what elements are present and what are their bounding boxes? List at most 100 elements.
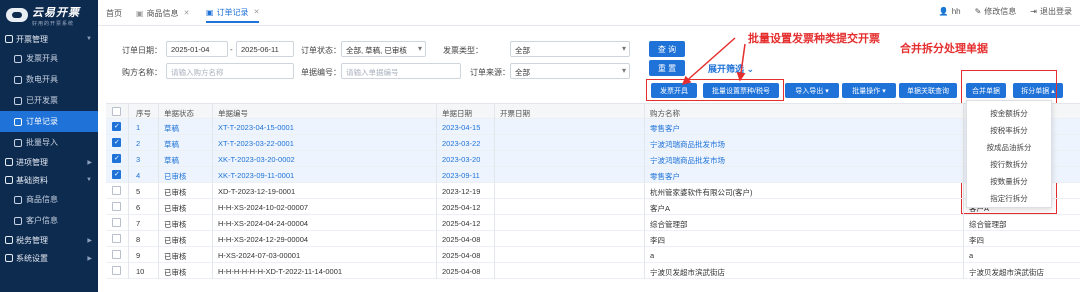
table-row[interactable]: 1 草稿 XT-T-2023-04-15-0001 2023-04-15 零售客户 — [106, 119, 1080, 135]
tab-home[interactable]: 首页 — [106, 3, 122, 23]
edit-info-link[interactable]: ✎ 修改信息 — [975, 6, 1017, 17]
column-divider — [494, 247, 495, 263]
user-icon: 👤 — [938, 7, 949, 16]
cell-date: 2025-04-12 — [442, 203, 481, 212]
sidebar-item-import[interactable]: 批量导入 — [0, 132, 98, 153]
column-header[interactable]: 单据状态 — [164, 108, 194, 119]
row-checkbox[interactable] — [112, 250, 121, 259]
column-divider — [963, 247, 964, 263]
tab-icon: ▣ — [136, 8, 144, 18]
row-checkbox[interactable] — [112, 138, 121, 147]
column-divider — [158, 119, 159, 135]
column-divider — [494, 215, 495, 231]
column-divider — [644, 119, 645, 135]
close-icon[interactable]: ✕ — [254, 8, 260, 16]
menu-group-settings[interactable]: 系统设置 ▶ — [0, 249, 98, 267]
menu-group-label: 开票管理 — [16, 34, 48, 44]
cell-no[interactable]: H-H-XS-2024-04-24-00004 — [218, 219, 308, 228]
cell-no[interactable]: H-H-XS-2024-12-29-00004 — [218, 235, 308, 244]
cell-idx: 4 — [136, 171, 141, 180]
menu-group-input[interactable]: 进项管理 ▶ — [0, 153, 98, 171]
split-menu-item[interactable]: 按税率拆分 — [967, 122, 1051, 139]
query-button[interactable]: 查 询 — [649, 41, 685, 57]
select-all-checkbox[interactable] — [112, 107, 121, 116]
order-status-label: 订单状态： — [301, 46, 341, 55]
split-menu-item[interactable]: 按成品油拆分 — [967, 139, 1051, 156]
row-checkbox[interactable] — [112, 234, 121, 243]
row-checkbox[interactable] — [112, 202, 121, 211]
cell-no[interactable]: XK-T-2023-03-20-0002 — [218, 155, 295, 164]
cell-buyer: 客户A — [650, 204, 671, 213]
chevron-right-icon: ▶ — [87, 159, 92, 166]
column-header[interactable]: 单据日期 — [442, 108, 472, 119]
tab-orders[interactable]: ▣ 订单记录 ✕ — [206, 3, 260, 23]
table-row[interactable]: 7 已审核 H-H-XS-2024-04-24-00004 2025-04-12 综合管… — [106, 215, 1080, 231]
column-divider — [212, 151, 213, 167]
split-menu-item[interactable]: 指定行拆分 — [967, 190, 1051, 207]
column-header[interactable]: 序号 — [136, 108, 151, 119]
sidebar-item-orders[interactable]: 订单记录 — [0, 111, 98, 132]
split-menu-item[interactable]: 按行数拆分 — [967, 156, 1051, 173]
logout-link[interactable]: ⇥ 退出登录 — [1030, 6, 1072, 17]
table-row[interactable]: 2 草稿 XT-T-2023-03-22-0001 2023-03-22 宁波鸿瑞商品批… — [106, 135, 1080, 151]
reset-button[interactable]: 重 置 — [649, 60, 685, 76]
date-end-input[interactable]: 2025-06-11 — [236, 41, 294, 57]
order-status-select[interactable]: 全部, 草稿, 已审核 — [341, 41, 426, 57]
row-checkbox[interactable] — [112, 266, 121, 275]
table-row[interactable]: 9 已审核 H-XS-2024-07-03-00001 2025-04-08 a a — [106, 247, 1080, 263]
sidebar-item-goods[interactable]: 商品信息 — [0, 189, 98, 210]
close-icon[interactable]: ✕ — [184, 9, 190, 17]
menu-group-tax[interactable]: 税务管理 ▶ — [0, 231, 98, 249]
cloud-logo-icon — [6, 8, 28, 22]
table-row[interactable]: 6 已审核 H-H-XS-2024-10-02-00007 2025-04-12 客户A… — [106, 199, 1080, 215]
column-header[interactable]: 购方名称 — [650, 108, 680, 119]
table-row[interactable]: 8 已审核 H-H-XS-2024-12-29-00004 2025-04-08 李四 李… — [106, 231, 1080, 247]
cell-extra: 宁波贝发超市滨武街店 — [969, 268, 1044, 277]
cell-extra: 综合管理部 — [969, 220, 1007, 229]
import-export-button[interactable]: 导入导出 ▾ — [785, 83, 839, 98]
buyer-input[interactable]: 请输入购方名称 — [166, 63, 294, 79]
date-start-input[interactable]: 2025-01-04 — [166, 41, 228, 57]
cell-no[interactable]: XT-T-2023-03-22-0001 — [218, 139, 294, 148]
column-header[interactable]: 单据编号 — [218, 108, 248, 119]
cell-no[interactable]: XT-T-2023-04-15-0001 — [218, 123, 294, 132]
menu-group-basic[interactable]: 基础资料 ▼ — [0, 171, 98, 189]
row-checkbox[interactable] — [112, 186, 121, 195]
sidebar-item-issue[interactable]: 发票开具 — [0, 48, 98, 69]
split-menu-item[interactable]: 按金额拆分 — [967, 105, 1051, 122]
row-checkbox[interactable] — [112, 122, 121, 131]
menu-group-invoice[interactable]: 开票管理 ▼ — [0, 30, 98, 48]
expand-filter-link[interactable]: 展开筛选 ⌄ — [708, 62, 754, 75]
table-row[interactable]: 10 已审核 H-H-H-H-H-H-XD-T-2022-11-14-0001 202… — [106, 263, 1080, 279]
row-checkbox[interactable] — [112, 218, 121, 227]
cell-no[interactable]: H-XS-2024-07-03-00001 — [218, 251, 300, 260]
column-divider — [436, 151, 437, 167]
invoice-type-select[interactable]: 全部 — [510, 41, 630, 57]
doc-no-input[interactable]: 请输入单据编号 — [341, 63, 461, 79]
cell-no[interactable]: XD-T-2023-12-19-0001 — [218, 187, 295, 196]
sidebar-item-customers[interactable]: 客户信息 — [0, 210, 98, 231]
table-row[interactable]: 4 已审核 XK-T-2023-09-11-0001 2023-09-11 零售客户 — [106, 167, 1080, 183]
tab-goods[interactable]: ▣ 商品信息 ✕ — [136, 3, 189, 23]
row-checkbox[interactable] — [112, 154, 121, 163]
batch-op-button[interactable]: 批量操作 ▾ — [842, 83, 896, 98]
table-row[interactable]: 3 草稿 XK-T-2023-03-20-0002 2023-03-20 宁波鸿瑞商品批… — [106, 151, 1080, 167]
source-select[interactable]: 全部 — [510, 63, 630, 79]
cell-no[interactable]: H-H-H-H-H-H-XD-T-2022-11-14-0001 — [218, 267, 342, 276]
column-divider — [644, 199, 645, 215]
user-menu[interactable]: 👤 hh — [939, 7, 961, 16]
menu-group-label: 进项管理 — [16, 157, 48, 167]
sidebar-item-digital[interactable]: 数电开具 — [0, 69, 98, 90]
doc-link-button[interactable]: 单据关联查询 — [899, 83, 957, 98]
annotation-text-left: 批量设置发票种类提交开票 — [748, 33, 880, 45]
sidebar-item-issued[interactable]: 已开发票 — [0, 90, 98, 111]
column-header[interactable]: 开票日期 — [500, 108, 530, 119]
column-divider — [644, 167, 645, 183]
table-row[interactable]: 5 已审核 XD-T-2023-12-19-0001 2023-12-19 杭州管家婆软… — [106, 183, 1080, 199]
split-menu-item[interactable]: 按数量拆分 — [967, 173, 1051, 190]
cell-no[interactable]: H-H-XS-2024-10-02-00007 — [218, 203, 308, 212]
cell-no[interactable]: XK-T-2023-09-11-0001 — [218, 171, 294, 180]
column-divider — [494, 231, 495, 247]
row-checkbox[interactable] — [112, 170, 121, 179]
column-divider — [644, 151, 645, 167]
